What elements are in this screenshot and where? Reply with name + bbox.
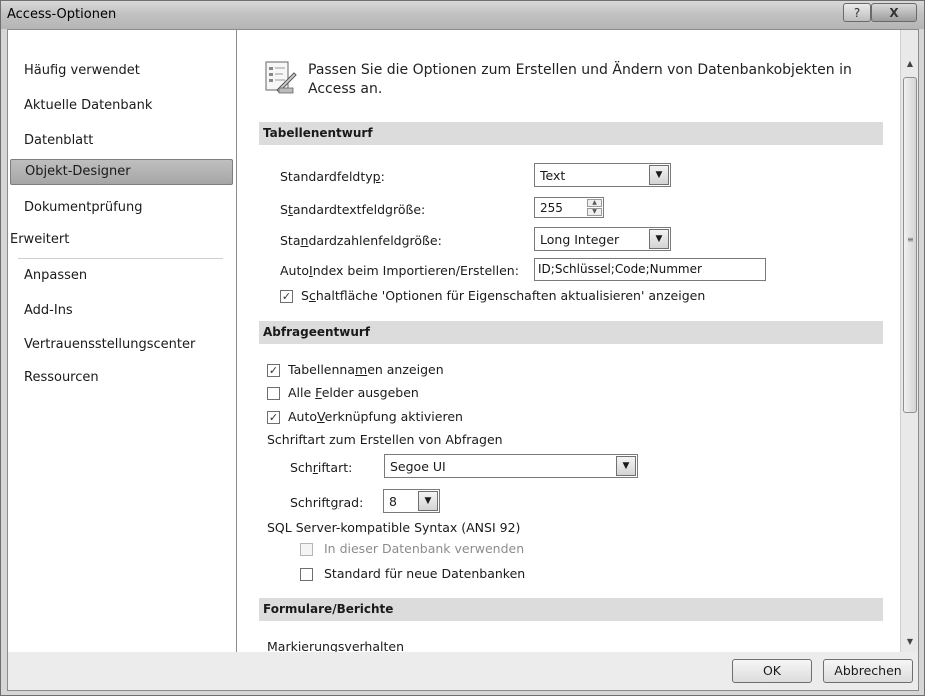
chevron-down-icon[interactable]: ▼ (616, 456, 636, 476)
autojoin-label: AutoVerknüpfung aktivieren (288, 409, 463, 424)
close-icon: X (889, 5, 899, 20)
sidebar-item-dokumentpruefung[interactable]: Dokumentprüfung (10, 195, 233, 221)
default-text-size-label: Standardtextfeldgröße: (280, 202, 426, 217)
default-field-type-dropdown[interactable]: Text ▼ (534, 163, 671, 187)
query-font-heading: Schriftart zum Erstellen von Abfragen (267, 432, 503, 447)
chevron-down-icon[interactable]: ▼ (649, 165, 669, 185)
show-table-names-label: Tabellennamen anzeigen (288, 362, 444, 377)
query-font-size-dropdown[interactable]: 8 ▼ (383, 489, 440, 513)
sidebar-divider (18, 258, 223, 259)
spinner-buttons: ▲ ▼ (587, 199, 602, 216)
ok-button[interactable]: OK (732, 659, 812, 683)
default-number-size-value: Long Integer (540, 232, 620, 247)
sidebar-item-label: Dokumentprüfung (24, 200, 143, 215)
designer-options-icon (265, 61, 297, 94)
show-property-button-label: Schaltfläche 'Optionen für Eigenschaften… (301, 288, 706, 303)
use-in-db-label: In dieser Datenbank verwenden (324, 541, 525, 556)
autoindex-input[interactable] (538, 262, 758, 276)
font-label: Schriftart: (290, 460, 353, 475)
sidebar-item-haeufig-verwendet[interactable]: Häufig verwendet (10, 58, 233, 84)
sidebar-item-datenblatt[interactable]: Datenblatt (10, 128, 233, 154)
sidebar-item-aktuelle-datenbank[interactable]: Aktuelle Datenbank (10, 93, 233, 119)
default-number-size-dropdown[interactable]: Long Integer ▼ (534, 227, 671, 251)
scrollbar-thumb[interactable]: ≡ (903, 77, 917, 413)
sidebar-item-objekt-designer[interactable]: Objekt-Designer (10, 159, 233, 185)
sidebar-item-anpassen[interactable]: Anpassen (10, 263, 233, 289)
default-number-size-label: Standardzahlenfeldgröße: (280, 233, 442, 248)
default-field-type-value: Text (540, 168, 566, 183)
sidebar-item-ressourcen[interactable]: Ressourcen (10, 365, 233, 391)
help-icon: ? (853, 5, 861, 20)
scroll-up-icon[interactable]: ▲ (903, 56, 917, 72)
grip-icon: ≡ (907, 235, 914, 244)
title-bar[interactable]: Access-Optionen ? X (1, 1, 924, 29)
section-table-design: Tabellenentwurf (259, 122, 883, 145)
dialog-window: Access-Optionen ? X Häufig verwendet Akt… (0, 0, 925, 696)
sidebar-item-label: Anpassen (24, 268, 88, 283)
chevron-down-icon[interactable]: ▼ (418, 491, 438, 511)
default-new-db-label: Standard für neue Datenbanken (324, 566, 526, 581)
output-all-fields-checkbox[interactable] (267, 387, 280, 400)
autoindex-label: AutoIndex beim Importieren/Erstellen: (280, 263, 519, 278)
category-sidebar: Häufig verwendet Aktuelle Datenbank Date… (8, 30, 237, 652)
section-query-design: Abfrageentwurf (259, 321, 883, 344)
sidebar-item-label: Ressourcen (24, 370, 99, 385)
sidebar-item-label: Add-Ins (24, 303, 73, 318)
sidebar-item-vertrauensstellungscenter[interactable]: Vertrauensstellungscenter (10, 332, 233, 358)
section-forms-reports: Formulare/Berichte (259, 598, 883, 621)
window-title: Access-Optionen (7, 7, 117, 22)
output-all-fields-label: Alle Felder ausgeben (288, 385, 419, 400)
selection-behavior-heading: Markierungsverhalten (267, 639, 404, 652)
help-button[interactable]: ? (843, 3, 871, 22)
sidebar-item-label: Datenblatt (24, 133, 94, 148)
dialog-client: Häufig verwendet Aktuelle Datenbank Date… (7, 29, 919, 691)
query-font-value: Segoe UI (390, 459, 446, 474)
close-button[interactable]: X (871, 3, 917, 22)
scroll-down-icon[interactable]: ▼ (903, 634, 917, 650)
sidebar-item-label: Häufig verwendet (24, 63, 140, 78)
default-text-size-value: 255 (540, 201, 563, 215)
sidebar-item-label: Erweitert (10, 232, 70, 247)
show-table-names-checkbox[interactable]: ✓ (267, 364, 280, 377)
options-panel: Passen Sie die Optionen zum Erstellen un… (237, 30, 900, 652)
dialog-footer: OK Abbrechen (8, 652, 918, 690)
default-field-type-label: Standardfeldtyp: (280, 169, 385, 184)
sidebar-item-label: Vertrauensstellungscenter (24, 337, 196, 352)
font-size-label: Schriftgrad: (290, 495, 364, 510)
sidebar-item-erweitert[interactable]: Erweitert (10, 227, 233, 253)
sql-syntax-heading: SQL Server-kompatible Syntax (ANSI 92) (267, 520, 521, 535)
cancel-button[interactable]: Abbrechen (823, 659, 913, 683)
spin-down-icon[interactable]: ▼ (587, 208, 602, 216)
spin-up-icon[interactable]: ▲ (587, 199, 602, 207)
sidebar-item-label: Aktuelle Datenbank (24, 98, 153, 113)
default-text-size-spinner[interactable]: 255 ▲ ▼ (534, 197, 604, 218)
chevron-down-icon[interactable]: ▼ (649, 229, 669, 249)
show-property-button-checkbox[interactable]: ✓ (280, 290, 293, 303)
use-in-db-checkbox[interactable] (300, 543, 313, 556)
query-font-size-value: 8 (389, 494, 397, 509)
query-font-dropdown[interactable]: Segoe UI ▼ (384, 454, 638, 478)
sidebar-item-add-ins[interactable]: Add-Ins (10, 298, 233, 324)
default-new-db-checkbox[interactable] (300, 568, 313, 581)
page-description: Passen Sie die Optionen zum Erstellen un… (308, 62, 852, 97)
autoindex-field[interactable] (534, 258, 766, 281)
vertical-scrollbar[interactable]: ▲ ≡ ▼ (900, 30, 918, 652)
autojoin-checkbox[interactable]: ✓ (267, 411, 280, 424)
sidebar-item-label: Objekt-Designer (25, 164, 131, 179)
